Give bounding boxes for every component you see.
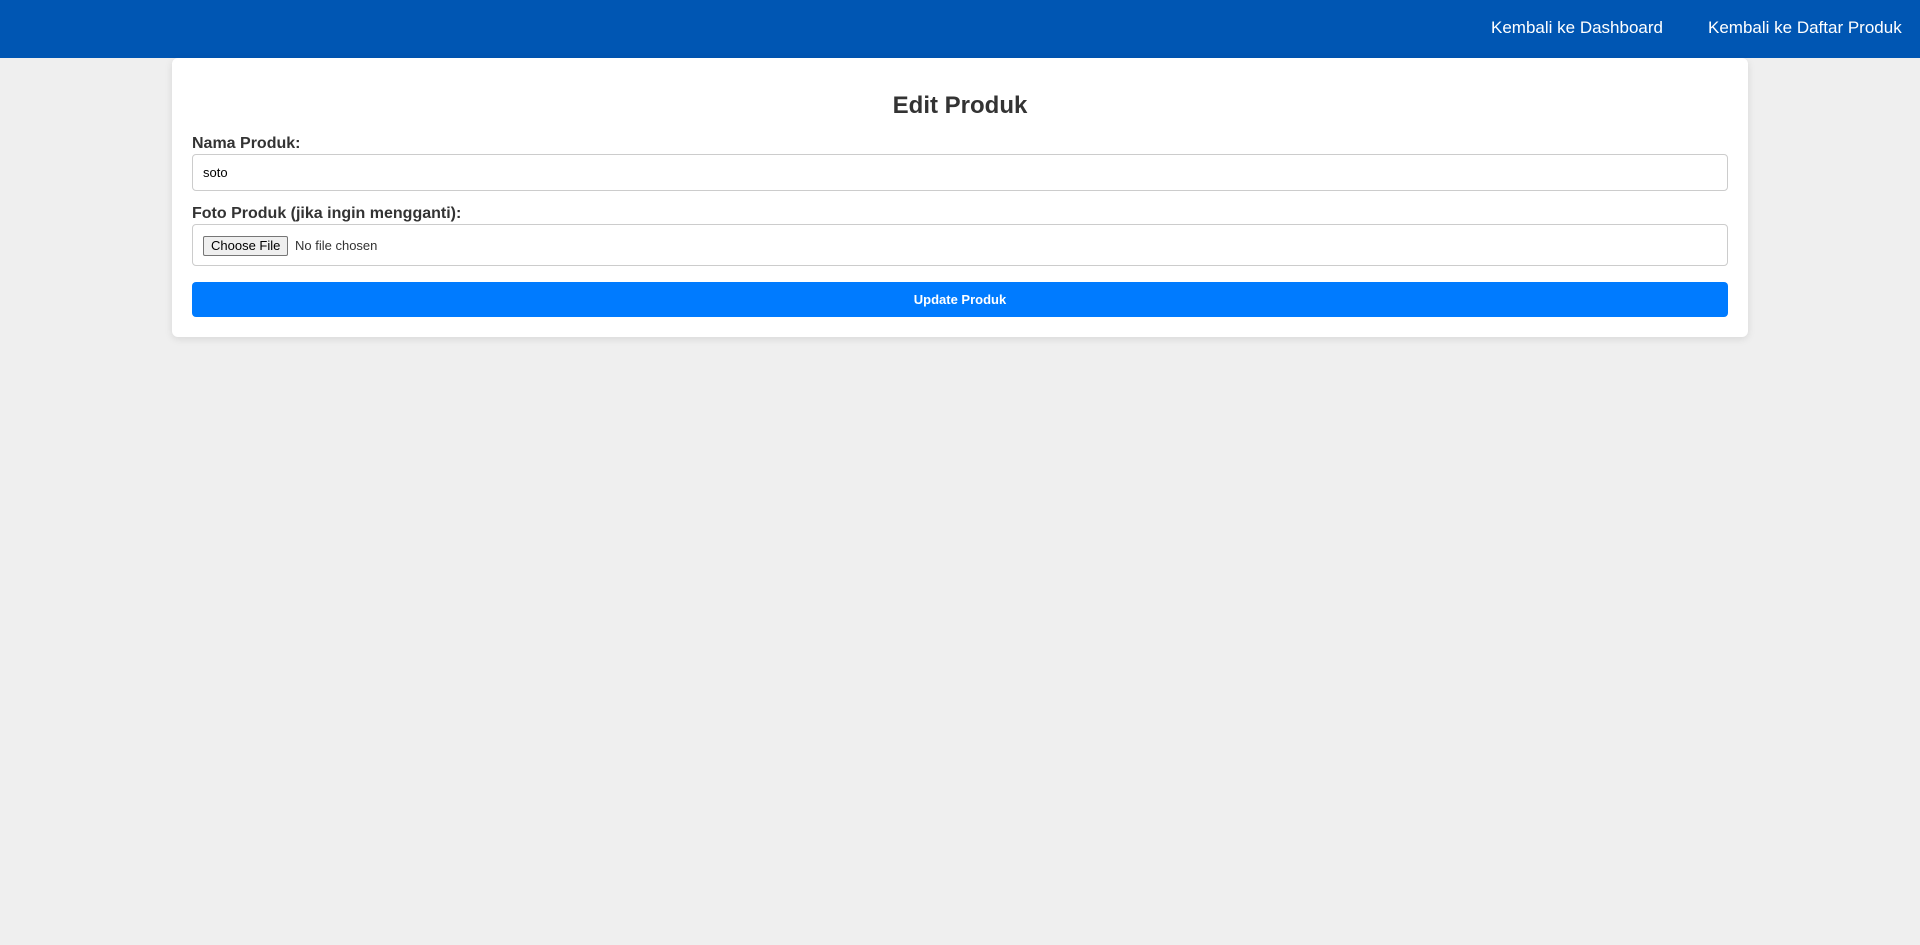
back-to-product-list-link[interactable]: Kembali ke Daftar Produk xyxy=(1708,18,1902,38)
product-photo-file-input[interactable]: Choose File No file chosen xyxy=(192,224,1728,266)
product-photo-label: Foto Produk (jika ingin mengganti): xyxy=(192,205,462,222)
back-to-dashboard-link[interactable]: Kembali ke Dashboard xyxy=(1491,18,1663,38)
edit-product-card: Edit Produk Nama Produk: Foto Produk (ji… xyxy=(172,58,1748,337)
update-product-button[interactable]: Update Produk xyxy=(192,282,1728,317)
file-status-text: No file chosen xyxy=(295,238,378,253)
top-navbar: Kembali ke Dashboard Kembali ke Daftar P… xyxy=(0,0,1920,58)
choose-file-button[interactable]: Choose File xyxy=(203,236,289,256)
page-title: Edit Produk xyxy=(892,92,1028,119)
product-name-input[interactable] xyxy=(192,154,1728,191)
product-name-label: Nama Produk: xyxy=(192,135,301,152)
